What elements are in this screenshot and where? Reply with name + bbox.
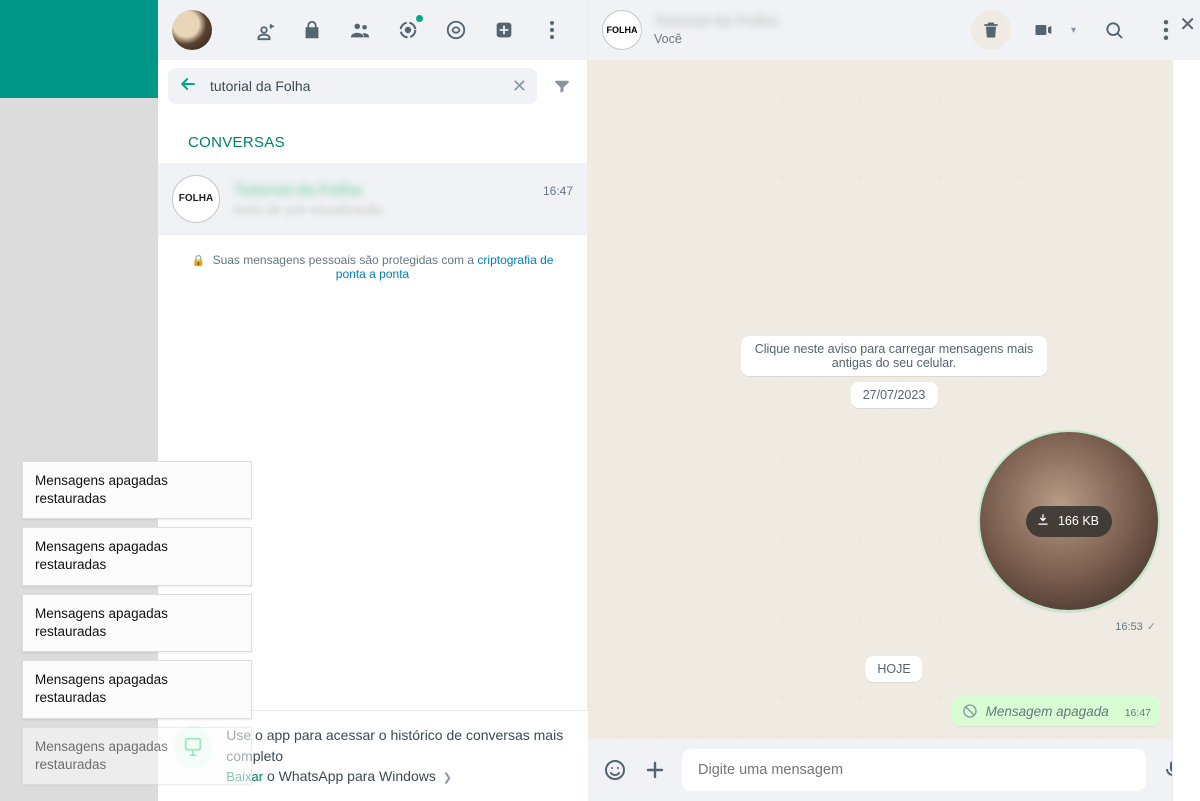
message-input[interactable] <box>682 749 1146 791</box>
media-size: 166 KB <box>1058 514 1099 528</box>
chat-list-item[interactable]: FOLHA Tutorial da Folha 16:47 texto de p… <box>158 163 587 235</box>
media-download-bubble[interactable]: 166 KB <box>978 430 1160 612</box>
conversation-title: Tutorial da Folha <box>654 13 778 32</box>
message-composer <box>588 739 1200 801</box>
banner-download-rest: o WhatsApp para Windows <box>267 768 436 784</box>
toast-line1: Mensagens apagadas <box>35 539 168 554</box>
toast-line2: restauradas <box>35 756 239 774</box>
right-drawer-sliver: ✕ <box>1172 60 1200 801</box>
status-icon[interactable] <box>387 9 429 51</box>
toast-line1: Mensagens apagadas <box>35 672 168 687</box>
encryption-notice: 🔒 Suas mensagens pessoais são protegidas… <box>158 235 587 299</box>
deleted-text: Mensagem apagada <box>986 704 1109 719</box>
deleted-time: 16:47 <box>1125 707 1151 719</box>
status-dot <box>416 15 423 22</box>
chat-avatar-folha: FOLHA <box>172 175 220 223</box>
chevron-down-icon[interactable]: ▾ <box>1071 25 1076 36</box>
toast-deleted-restored[interactable]: Mensagens apagadas restauradas <box>22 660 252 718</box>
toast-deleted-restored[interactable]: Mensagens apagadas restauradas <box>22 527 252 585</box>
toast-line1: Mensagens apagadas <box>35 606 168 621</box>
download-pill[interactable]: 166 KB <box>1026 506 1112 537</box>
clear-icon[interactable]: ✕ <box>512 76 527 97</box>
back-arrow-icon[interactable] <box>178 74 198 99</box>
close-icon[interactable]: ✕ <box>1179 12 1196 37</box>
toast-line2: restauradas <box>35 556 239 574</box>
conversation-header: FOLHA Tutorial da Folha Você ▾ <box>588 0 1200 60</box>
menu-icon[interactable] <box>531 9 573 51</box>
chat-time: 16:47 <box>543 184 573 198</box>
toast-deleted-restored[interactable]: Mensagens apagadas restauradas <box>22 727 252 785</box>
lock-icon[interactable] <box>291 9 333 51</box>
toast-line1: Mensagens apagadas <box>35 739 168 754</box>
section-conversas: CONVERSAS <box>158 112 587 163</box>
search-box[interactable]: ✕ <box>168 68 537 104</box>
search-input[interactable] <box>210 78 500 94</box>
new-chat-icon[interactable] <box>243 9 285 51</box>
deleted-message-bubble: Mensagem apagada 16:47 <box>952 696 1160 726</box>
ban-icon <box>962 703 978 719</box>
toast-deleted-restored[interactable]: Mensagens apagadas restauradas <box>22 594 252 652</box>
chat-title: Tutorial da Folha <box>234 182 362 200</box>
search-row: ✕ <box>158 60 587 112</box>
search-icon[interactable] <box>1094 10 1134 50</box>
chat-preview: texto de pré-visualização <box>234 202 573 217</box>
media-timestamp: 16:53 ✓ <box>1115 620 1156 633</box>
conversation-avatar[interactable]: FOLHA <box>602 10 642 50</box>
channels-icon[interactable] <box>435 9 477 51</box>
date-chip-today: HOJE <box>865 656 922 682</box>
filter-icon[interactable] <box>547 71 577 101</box>
video-call-icon[interactable] <box>1023 10 1063 50</box>
profile-avatar[interactable] <box>172 10 212 50</box>
conversation-body[interactable]: Clique neste aviso para carregar mensage… <box>588 60 1200 739</box>
toast-stack: Mensagens apagadas restauradas Mensagens… <box>22 461 252 785</box>
new-icon[interactable] <box>483 9 525 51</box>
download-icon <box>1036 513 1050 530</box>
attach-icon[interactable] <box>642 757 668 783</box>
load-older-notice[interactable]: Clique neste aviso para carregar mensage… <box>741 336 1047 376</box>
toast-deleted-restored[interactable]: Mensagens apagadas restauradas <box>22 461 252 519</box>
encryption-text: Suas mensagens pessoais são protegidas c… <box>213 253 478 267</box>
conversation-title-block[interactable]: Tutorial da Folha Você <box>654 13 778 47</box>
toast-line2: restauradas <box>35 490 239 508</box>
communities-icon[interactable] <box>339 9 381 51</box>
chat-list-header <box>158 0 587 60</box>
single-check-icon: ✓ <box>1147 620 1156 633</box>
date-chip: 27/07/2023 <box>851 382 938 408</box>
emoji-icon[interactable] <box>602 757 628 783</box>
lock-mini-icon: 🔒 <box>192 255 206 267</box>
toast-line2: restauradas <box>35 689 239 707</box>
conversation-panel: FOLHA Tutorial da Folha Você ▾ Clique ne… <box>588 0 1200 801</box>
chevron-right-icon: ❯ <box>443 772 452 784</box>
delete-icon[interactable] <box>971 10 1011 50</box>
banner-text: Use o app para acessar o histórico de co… <box>226 725 572 766</box>
toast-line1: Mensagens apagadas <box>35 473 168 488</box>
conversation-subtitle: Você <box>654 32 778 47</box>
toast-line2: restauradas <box>35 623 239 641</box>
